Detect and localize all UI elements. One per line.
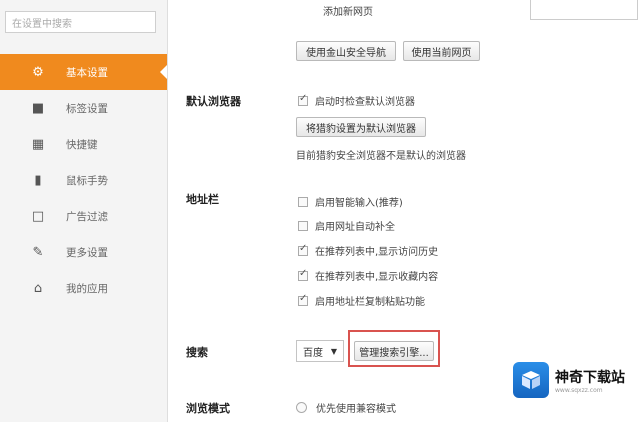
home-icon: ⌂ bbox=[33, 280, 43, 296]
add-new-page-link[interactable]: 添加新网页 bbox=[323, 3, 373, 18]
wrench-icon: ✎ bbox=[32, 244, 44, 260]
compat-mode-radio[interactable] bbox=[296, 402, 307, 413]
mouse-icon: ▮ bbox=[34, 172, 42, 188]
smart-input-checkbox[interactable] bbox=[298, 196, 308, 207]
compat-mode-option[interactable]: 优先使用兼容模式 bbox=[296, 400, 396, 415]
option-text: 优先使用兼容模式 bbox=[316, 404, 396, 415]
site-watermark: 神奇下载站 www.sqxzz.com bbox=[513, 362, 631, 398]
sidebar-item-label: 标签设置 bbox=[66, 102, 108, 115]
check-default-text: 启动时检查默认浏览器 bbox=[315, 97, 415, 108]
search-label: 搜索 bbox=[186, 346, 208, 359]
use-kingsoft-nav-button[interactable]: 使用金山安全导航 bbox=[296, 41, 396, 61]
keyboard-icon: ▦ bbox=[31, 136, 45, 152]
option-text: 在推荐列表中,显示访问历史 bbox=[315, 247, 439, 258]
check-default-checkbox[interactable] bbox=[298, 93, 308, 106]
default-browser-label: 默认浏览器 bbox=[186, 95, 241, 108]
sidebar-item-more-settings[interactable]: ✎ 更多设置 bbox=[0, 234, 167, 270]
sidebar-item-label: 快捷键 bbox=[66, 138, 98, 151]
sidebar-item-label: 基本设置 bbox=[66, 66, 108, 79]
sidebar-item-mouse-gestures[interactable]: ▮ 鼠标手势 bbox=[0, 162, 167, 198]
search-engine-select[interactable]: 百度 ▼ bbox=[296, 340, 344, 362]
check-default-on-start-option[interactable]: 启动时检查默认浏览器 bbox=[298, 93, 415, 108]
sidebar-item-my-apps[interactable]: ⌂ 我的应用 bbox=[0, 270, 167, 306]
set-default-browser-button[interactable]: 将猎豹设置为默认浏览器 bbox=[296, 117, 426, 137]
sidebar-item-shortcuts[interactable]: ▦ 快捷键 bbox=[0, 126, 167, 162]
sidebar-item-tab-settings[interactable]: ■ 标签设置 bbox=[0, 90, 167, 126]
window-icon: □ bbox=[31, 208, 45, 224]
add-new-page-text[interactable]: 添加新网页 bbox=[323, 3, 373, 18]
highlight-box bbox=[348, 330, 440, 367]
status-text: 目前猎豹安全浏览器不是默认的浏览器 bbox=[296, 151, 466, 162]
history-checkbox[interactable] bbox=[298, 243, 308, 256]
sidebar-item-label: 广告过滤 bbox=[66, 210, 108, 223]
copy-paste-checkbox[interactable] bbox=[298, 293, 308, 306]
address-option-history[interactable]: 在推荐列表中,显示访问历史 bbox=[298, 243, 438, 258]
use-current-page-button[interactable]: 使用当前网页 bbox=[403, 41, 480, 61]
browse-mode-label: 浏览模式 bbox=[186, 402, 230, 415]
autocomplete-checkbox[interactable] bbox=[298, 220, 308, 231]
sidebar-item-label: 更多设置 bbox=[66, 246, 108, 259]
sidebar-item-label: 我的应用 bbox=[66, 282, 108, 295]
favorites-checkbox[interactable] bbox=[298, 268, 308, 281]
option-text: 启用地址栏复制粘贴功能 bbox=[315, 297, 425, 308]
address-option-autocomplete[interactable]: 启用网址自动补全 bbox=[298, 218, 395, 233]
option-text: 启用网址自动补全 bbox=[315, 222, 395, 233]
cube-logo-icon bbox=[513, 362, 549, 398]
top-right-input[interactable] bbox=[530, 0, 638, 20]
caret-down-icon: ▼ bbox=[330, 346, 337, 356]
sidebar-item-basic-settings[interactable]: ⚙ 基本设置 bbox=[0, 54, 167, 90]
address-option-favorites[interactable]: 在推荐列表中,显示收藏内容 bbox=[298, 268, 438, 283]
square-icon: ■ bbox=[31, 100, 45, 116]
default-browser-status: 目前猎豹安全浏览器不是默认的浏览器 bbox=[296, 147, 466, 162]
watermark-title: 神奇下载站 bbox=[555, 369, 625, 386]
option-text: 在推荐列表中,显示收藏内容 bbox=[315, 272, 439, 283]
address-option-smart-input[interactable]: 启用智能输入(推荐) bbox=[298, 194, 403, 209]
gear-icon: ⚙ bbox=[32, 64, 44, 80]
search-engine-value: 百度 bbox=[303, 347, 323, 359]
option-text: 启用智能输入(推荐) bbox=[315, 198, 403, 209]
watermark-url: www.sqxzz.com bbox=[555, 386, 603, 394]
settings-search-input[interactable]: 在设置中搜索 bbox=[5, 11, 156, 33]
address-bar-label: 地址栏 bbox=[186, 193, 219, 206]
sidebar-item-label: 鼠标手势 bbox=[66, 174, 108, 187]
sidebar: 在设置中搜索 ⚙ 基本设置 ■ 标签设置 ▦ 快捷键 ▮ 鼠标手势 □ 广告过滤… bbox=[0, 0, 168, 422]
sidebar-item-ad-filter[interactable]: □ 广告过滤 bbox=[0, 198, 167, 234]
address-option-copy-paste[interactable]: 启用地址栏复制粘贴功能 bbox=[298, 293, 425, 308]
